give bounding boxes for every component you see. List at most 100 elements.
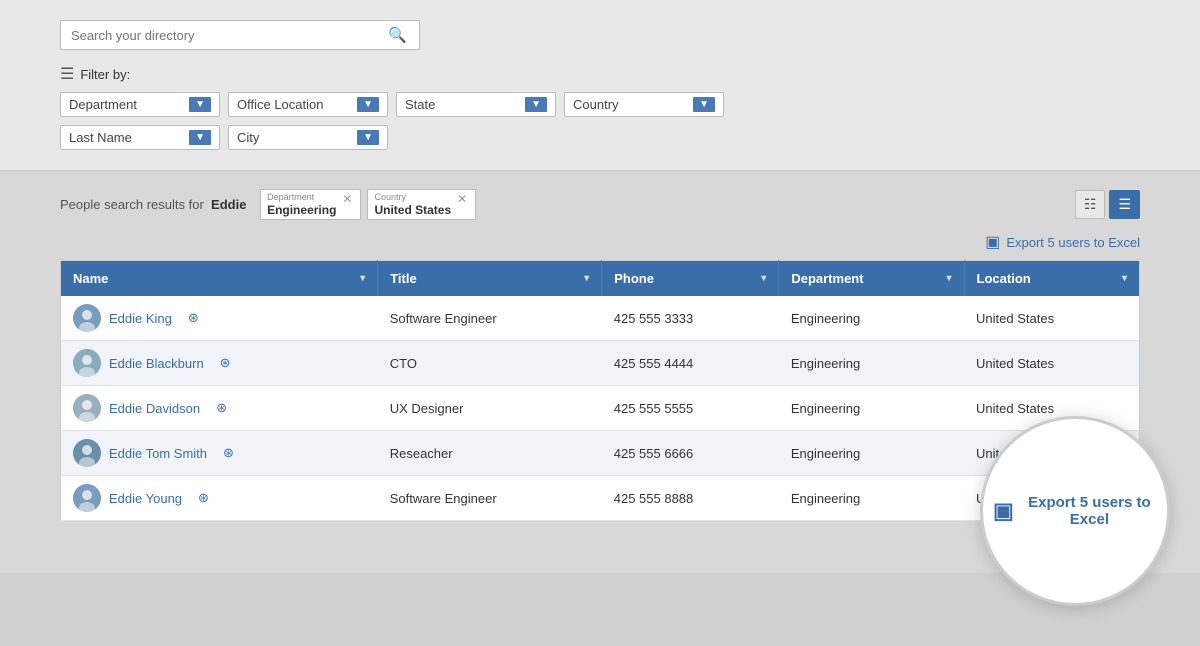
active-filter-tags: Department Engineering ✕ Country United … bbox=[260, 189, 476, 220]
dept-sort-icon: ▾ bbox=[947, 273, 952, 284]
export-area-top: ▣ Export 5 users to Excel bbox=[60, 232, 1140, 260]
col-phone[interactable]: Phone ▾ bbox=[602, 261, 779, 297]
cell-title: UX Designer bbox=[378, 386, 602, 431]
magnifier-overlay: ▣ Export 5 users to Excel bbox=[980, 416, 1170, 606]
cell-name: Eddie King ⊛ bbox=[61, 296, 378, 341]
cell-phone: 425 555 6666 bbox=[602, 431, 779, 476]
person-name[interactable]: Eddie Tom Smith bbox=[109, 446, 207, 461]
remove-country-filter[interactable]: ✕ bbox=[457, 192, 467, 206]
col-department[interactable]: Department ▾ bbox=[779, 261, 964, 297]
remove-department-filter[interactable]: ✕ bbox=[342, 192, 352, 206]
filter-tag-dept-label: Department bbox=[267, 192, 336, 202]
export-top-label: Export 5 users to Excel bbox=[1006, 235, 1140, 250]
avatar bbox=[73, 349, 101, 377]
cell-department: Engineering bbox=[779, 386, 964, 431]
search-box[interactable]: 🔍 bbox=[60, 20, 420, 50]
search-button[interactable]: 🔍 bbox=[386, 26, 409, 44]
org-chart-icon[interactable]: ⊛ bbox=[223, 445, 234, 461]
city-label: City bbox=[237, 130, 259, 145]
col-name[interactable]: Name ▾ bbox=[61, 261, 378, 297]
person-name[interactable]: Eddie Blackburn bbox=[109, 356, 204, 371]
search-query: Eddie bbox=[211, 197, 246, 212]
department-label: Department bbox=[69, 97, 137, 112]
magnifier-content: ▣ Export 5 users to Excel bbox=[983, 484, 1167, 538]
avatar bbox=[73, 394, 101, 422]
office-location-label: Office Location bbox=[237, 97, 323, 112]
name-cell: Eddie Tom Smith ⊛ bbox=[73, 439, 366, 467]
title-sort-icon: ▾ bbox=[584, 273, 589, 284]
view-controls: ☷ ☰ bbox=[1075, 190, 1140, 219]
city-dropdown[interactable]: City ▼ bbox=[228, 125, 388, 150]
cell-title: Reseacher bbox=[378, 431, 602, 476]
magnifier-export-icon: ▣ bbox=[993, 498, 1014, 524]
cell-name: Eddie Tom Smith ⊛ bbox=[61, 431, 378, 476]
name-cell: Eddie Young ⊛ bbox=[73, 484, 366, 512]
table-row: Eddie Young ⊛ Software Engineer425 555 8… bbox=[61, 476, 1140, 521]
table-row: Eddie Tom Smith ⊛ Reseacher425 555 6666E… bbox=[61, 431, 1140, 476]
filter-row-2: Last Name ▼ City ▼ bbox=[60, 125, 1140, 150]
grid-view-button[interactable]: ☷ bbox=[1075, 190, 1106, 219]
table-header-row: Name ▾ Title ▾ Phone ▾ bbox=[61, 261, 1140, 297]
cell-name: Eddie Blackburn ⊛ bbox=[61, 341, 378, 386]
cell-phone: 425 555 8888 bbox=[602, 476, 779, 521]
phone-sort-icon: ▾ bbox=[761, 273, 766, 284]
export-top-icon: ▣ bbox=[985, 232, 1000, 252]
cell-location: United States bbox=[964, 296, 1139, 341]
name-cell: Eddie King ⊛ bbox=[73, 304, 366, 332]
cell-department: Engineering bbox=[779, 431, 964, 476]
table-row: Eddie King ⊛ Software Engineer425 555 33… bbox=[61, 296, 1140, 341]
country-label: Country bbox=[573, 97, 619, 112]
filter-label-text: Filter by: bbox=[80, 67, 130, 82]
cell-department: Engineering bbox=[779, 341, 964, 386]
last-name-dropdown[interactable]: Last Name ▼ bbox=[60, 125, 220, 150]
name-cell: Eddie Blackburn ⊛ bbox=[73, 349, 366, 377]
cell-phone: 425 555 3333 bbox=[602, 296, 779, 341]
state-label: State bbox=[405, 97, 435, 112]
results-table: Name ▾ Title ▾ Phone ▾ bbox=[60, 260, 1140, 521]
country-dropdown[interactable]: Country ▼ bbox=[564, 92, 724, 117]
avatar bbox=[73, 484, 101, 512]
state-dropdown[interactable]: State ▼ bbox=[396, 92, 556, 117]
country-arrow-icon: ▼ bbox=[693, 97, 715, 112]
filter-row-1: Department ▼ Office Location ▼ State ▼ C… bbox=[60, 92, 1140, 117]
last-name-label: Last Name bbox=[69, 130, 132, 145]
col-title[interactable]: Title ▾ bbox=[378, 261, 602, 297]
table-row: Eddie Blackburn ⊛ CTO425 555 4444Enginee… bbox=[61, 341, 1140, 386]
filter-tag-country-value: United States bbox=[374, 203, 451, 217]
col-location[interactable]: Location ▾ bbox=[964, 261, 1139, 297]
results-header: People search results for Eddie Departme… bbox=[60, 189, 1140, 220]
export-top-link[interactable]: ▣ Export 5 users to Excel bbox=[985, 232, 1140, 252]
org-chart-icon[interactable]: ⊛ bbox=[198, 490, 209, 506]
cell-name: Eddie Davidson ⊛ bbox=[61, 386, 378, 431]
search-input[interactable] bbox=[71, 28, 386, 43]
results-text: People search results for Eddie bbox=[60, 197, 250, 212]
avatar bbox=[73, 439, 101, 467]
org-chart-icon[interactable]: ⊛ bbox=[220, 355, 231, 371]
office-location-dropdown[interactable]: Office Location ▼ bbox=[228, 92, 388, 117]
org-chart-icon[interactable]: ⊛ bbox=[216, 400, 227, 416]
person-name[interactable]: Eddie Young bbox=[109, 491, 182, 506]
department-dropdown[interactable]: Department ▼ bbox=[60, 92, 220, 117]
table-row: Eddie Davidson ⊛ UX Designer425 555 5555… bbox=[61, 386, 1140, 431]
magnifier-export-label: Export 5 users to Excel bbox=[1022, 494, 1157, 528]
person-name[interactable]: Eddie Davidson bbox=[109, 401, 200, 416]
org-chart-icon[interactable]: ⊛ bbox=[188, 310, 199, 326]
location-sort-icon: ▾ bbox=[1122, 273, 1127, 284]
filter-icon: ☰ bbox=[60, 64, 74, 84]
cell-department: Engineering bbox=[779, 296, 964, 341]
department-arrow-icon: ▼ bbox=[189, 97, 211, 112]
person-name[interactable]: Eddie King bbox=[109, 311, 172, 326]
last-name-arrow-icon: ▼ bbox=[189, 130, 211, 145]
cell-department: Engineering bbox=[779, 476, 964, 521]
filter-by-label: ☰ Filter by: bbox=[60, 64, 1140, 84]
state-arrow-icon: ▼ bbox=[525, 97, 547, 112]
cell-title: Software Engineer bbox=[378, 476, 602, 521]
city-arrow-icon: ▼ bbox=[357, 130, 379, 145]
filter-tag-country: Country United States ✕ bbox=[367, 189, 476, 220]
export-area-bottom: ▣ Export 5 users to Excel bbox=[60, 525, 1140, 553]
list-view-button[interactable]: ☰ bbox=[1109, 190, 1140, 219]
name-sort-icon: ▾ bbox=[360, 273, 365, 284]
filter-tag-country-label: Country bbox=[374, 192, 451, 202]
office-location-arrow-icon: ▼ bbox=[357, 97, 379, 112]
filter-tag-dept-value: Engineering bbox=[267, 203, 336, 217]
